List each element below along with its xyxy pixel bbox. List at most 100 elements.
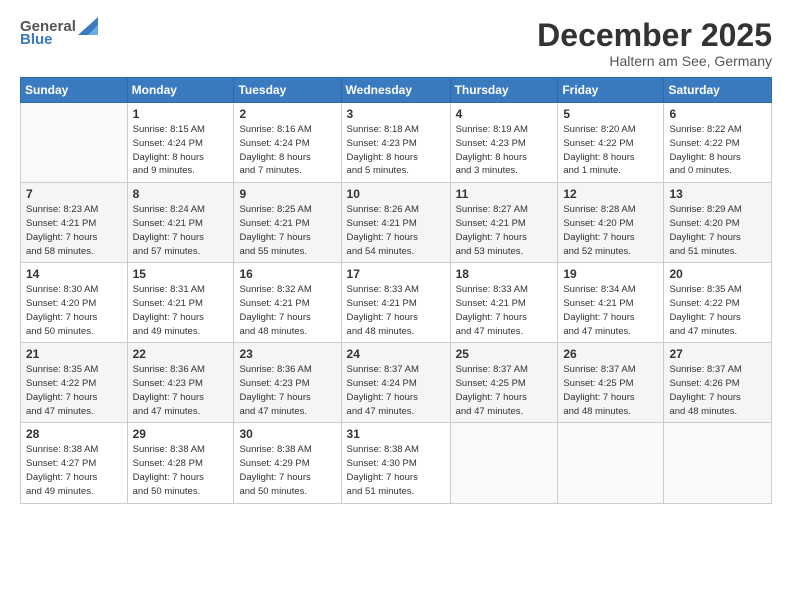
day-info: Sunrise: 8:38 AMSunset: 4:30 PMDaylight:…	[347, 443, 445, 498]
day-cell	[664, 423, 772, 503]
day-info: Sunrise: 8:28 AMSunset: 4:20 PMDaylight:…	[563, 203, 658, 258]
day-cell: 13Sunrise: 8:29 AMSunset: 4:20 PMDayligh…	[664, 183, 772, 263]
day-info: Sunrise: 8:18 AMSunset: 4:23 PMDaylight:…	[347, 123, 445, 178]
location: Haltern am See, Germany	[537, 53, 772, 69]
day-number: 14	[26, 267, 122, 281]
day-cell	[450, 423, 558, 503]
week-row-4: 28 Sunrise: 8:38 AMSunset: 4:27 PMDayligh…	[21, 423, 772, 503]
logo-icon	[78, 17, 98, 35]
day-cell: 21 Sunrise: 8:35 AMSunset: 4:22 PMDayligh…	[21, 343, 128, 423]
day-cell: 24 Sunrise: 8:37 AMSunset: 4:24 PMDayligh…	[341, 343, 450, 423]
day-info: Sunrise: 8:31 AMSunset: 4:21 PMDaylight:…	[133, 283, 229, 338]
day-number: 22	[133, 347, 229, 361]
month-title: December 2025	[537, 18, 772, 53]
day-number: 28	[26, 427, 122, 441]
day-cell: 30Sunrise: 8:38 AMSunset: 4:29 PMDayligh…	[234, 423, 341, 503]
day-cell: 1 Sunrise: 8:15 AMSunset: 4:24 PMDaylight…	[127, 103, 234, 183]
weekday-header-tuesday: Tuesday	[234, 78, 341, 103]
day-cell: 15Sunrise: 8:31 AMSunset: 4:21 PMDayligh…	[127, 263, 234, 343]
day-cell: 25Sunrise: 8:37 AMSunset: 4:25 PMDayligh…	[450, 343, 558, 423]
day-cell: 4 Sunrise: 8:19 AMSunset: 4:23 PMDaylight…	[450, 103, 558, 183]
day-number: 8	[133, 187, 229, 201]
day-number: 5	[563, 107, 658, 121]
week-row-1: 7 Sunrise: 8:23 AMSunset: 4:21 PMDaylight…	[21, 183, 772, 263]
day-cell: 16 Sunrise: 8:32 AMSunset: 4:21 PMDayligh…	[234, 263, 341, 343]
day-info: Sunrise: 8:32 AMSunset: 4:21 PMDaylight:…	[239, 283, 335, 338]
calendar-table: SundayMondayTuesdayWednesdayThursdayFrid…	[20, 77, 772, 503]
day-cell: 3 Sunrise: 8:18 AMSunset: 4:23 PMDaylight…	[341, 103, 450, 183]
day-number: 12	[563, 187, 658, 201]
day-number: 17	[347, 267, 445, 281]
weekday-header-wednesday: Wednesday	[341, 78, 450, 103]
day-number: 18	[456, 267, 553, 281]
logo: General Blue	[20, 18, 98, 48]
day-cell: 12 Sunrise: 8:28 AMSunset: 4:20 PMDayligh…	[558, 183, 664, 263]
header: General Blue December 2025 Haltern am Se…	[20, 18, 772, 69]
page: General Blue December 2025 Haltern am Se…	[0, 0, 792, 612]
day-cell: 19Sunrise: 8:34 AMSunset: 4:21 PMDayligh…	[558, 263, 664, 343]
day-info: Sunrise: 8:36 AMSunset: 4:23 PMDaylight:…	[239, 363, 335, 418]
day-number: 27	[669, 347, 766, 361]
day-number: 26	[563, 347, 658, 361]
day-info: Sunrise: 8:38 AMSunset: 4:29 PMDaylight:…	[239, 443, 335, 498]
week-row-0: 1 Sunrise: 8:15 AMSunset: 4:24 PMDaylight…	[21, 103, 772, 183]
day-info: Sunrise: 8:33 AMSunset: 4:21 PMDaylight:…	[347, 283, 445, 338]
day-number: 23	[239, 347, 335, 361]
day-number: 3	[347, 107, 445, 121]
day-info: Sunrise: 8:33 AMSunset: 4:21 PMDaylight:…	[456, 283, 553, 338]
title-block: December 2025 Haltern am See, Germany	[537, 18, 772, 69]
day-cell	[21, 103, 128, 183]
day-cell: 7 Sunrise: 8:23 AMSunset: 4:21 PMDaylight…	[21, 183, 128, 263]
weekday-header-sunday: Sunday	[21, 78, 128, 103]
day-info: Sunrise: 8:24 AMSunset: 4:21 PMDaylight:…	[133, 203, 229, 258]
day-info: Sunrise: 8:30 AMSunset: 4:20 PMDaylight:…	[26, 283, 122, 338]
day-cell: 8 Sunrise: 8:24 AMSunset: 4:21 PMDaylight…	[127, 183, 234, 263]
weekday-header-thursday: Thursday	[450, 78, 558, 103]
day-cell: 27 Sunrise: 8:37 AMSunset: 4:26 PMDayligh…	[664, 343, 772, 423]
day-info: Sunrise: 8:16 AMSunset: 4:24 PMDaylight:…	[239, 123, 335, 178]
weekday-header-saturday: Saturday	[664, 78, 772, 103]
day-info: Sunrise: 8:36 AMSunset: 4:23 PMDaylight:…	[133, 363, 229, 418]
day-info: Sunrise: 8:19 AMSunset: 4:23 PMDaylight:…	[456, 123, 553, 178]
weekday-header-monday: Monday	[127, 78, 234, 103]
day-cell: 31 Sunrise: 8:38 AMSunset: 4:30 PMDayligh…	[341, 423, 450, 503]
day-number: 1	[133, 107, 229, 121]
day-info: Sunrise: 8:37 AMSunset: 4:26 PMDaylight:…	[669, 363, 766, 418]
day-cell: 5 Sunrise: 8:20 AMSunset: 4:22 PMDaylight…	[558, 103, 664, 183]
day-number: 7	[26, 187, 122, 201]
day-cell: 29Sunrise: 8:38 AMSunset: 4:28 PMDayligh…	[127, 423, 234, 503]
day-cell: 2 Sunrise: 8:16 AMSunset: 4:24 PMDaylight…	[234, 103, 341, 183]
day-cell: 28 Sunrise: 8:38 AMSunset: 4:27 PMDayligh…	[21, 423, 128, 503]
day-info: Sunrise: 8:15 AMSunset: 4:24 PMDaylight:…	[133, 123, 229, 178]
day-number: 11	[456, 187, 553, 201]
day-info: Sunrise: 8:22 AMSunset: 4:22 PMDaylight:…	[669, 123, 766, 178]
day-cell: 22 Sunrise: 8:36 AMSunset: 4:23 PMDayligh…	[127, 343, 234, 423]
day-cell: 6Sunrise: 8:22 AMSunset: 4:22 PMDaylight…	[664, 103, 772, 183]
day-cell: 11Sunrise: 8:27 AMSunset: 4:21 PMDayligh…	[450, 183, 558, 263]
day-info: Sunrise: 8:38 AMSunset: 4:28 PMDaylight:…	[133, 443, 229, 498]
day-number: 16	[239, 267, 335, 281]
day-number: 4	[456, 107, 553, 121]
day-info: Sunrise: 8:25 AMSunset: 4:21 PMDaylight:…	[239, 203, 335, 258]
day-info: Sunrise: 8:37 AMSunset: 4:24 PMDaylight:…	[347, 363, 445, 418]
day-number: 24	[347, 347, 445, 361]
day-number: 20	[669, 267, 766, 281]
day-cell: 18 Sunrise: 8:33 AMSunset: 4:21 PMDayligh…	[450, 263, 558, 343]
day-cell: 23 Sunrise: 8:36 AMSunset: 4:23 PMDayligh…	[234, 343, 341, 423]
day-number: 25	[456, 347, 553, 361]
day-cell: 9Sunrise: 8:25 AMSunset: 4:21 PMDaylight…	[234, 183, 341, 263]
day-cell: 17 Sunrise: 8:33 AMSunset: 4:21 PMDayligh…	[341, 263, 450, 343]
day-info: Sunrise: 8:23 AMSunset: 4:21 PMDaylight:…	[26, 203, 122, 258]
day-cell: 20Sunrise: 8:35 AMSunset: 4:22 PMDayligh…	[664, 263, 772, 343]
day-info: Sunrise: 8:20 AMSunset: 4:22 PMDaylight:…	[563, 123, 658, 178]
day-number: 21	[26, 347, 122, 361]
day-cell: 10Sunrise: 8:26 AMSunset: 4:21 PMDayligh…	[341, 183, 450, 263]
day-info: Sunrise: 8:29 AMSunset: 4:20 PMDaylight:…	[669, 203, 766, 258]
weekday-header-row: SundayMondayTuesdayWednesdayThursdayFrid…	[21, 78, 772, 103]
day-number: 31	[347, 427, 445, 441]
day-number: 10	[347, 187, 445, 201]
day-info: Sunrise: 8:35 AMSunset: 4:22 PMDaylight:…	[26, 363, 122, 418]
day-cell: 26Sunrise: 8:37 AMSunset: 4:25 PMDayligh…	[558, 343, 664, 423]
day-info: Sunrise: 8:38 AMSunset: 4:27 PMDaylight:…	[26, 443, 122, 498]
day-number: 2	[239, 107, 335, 121]
